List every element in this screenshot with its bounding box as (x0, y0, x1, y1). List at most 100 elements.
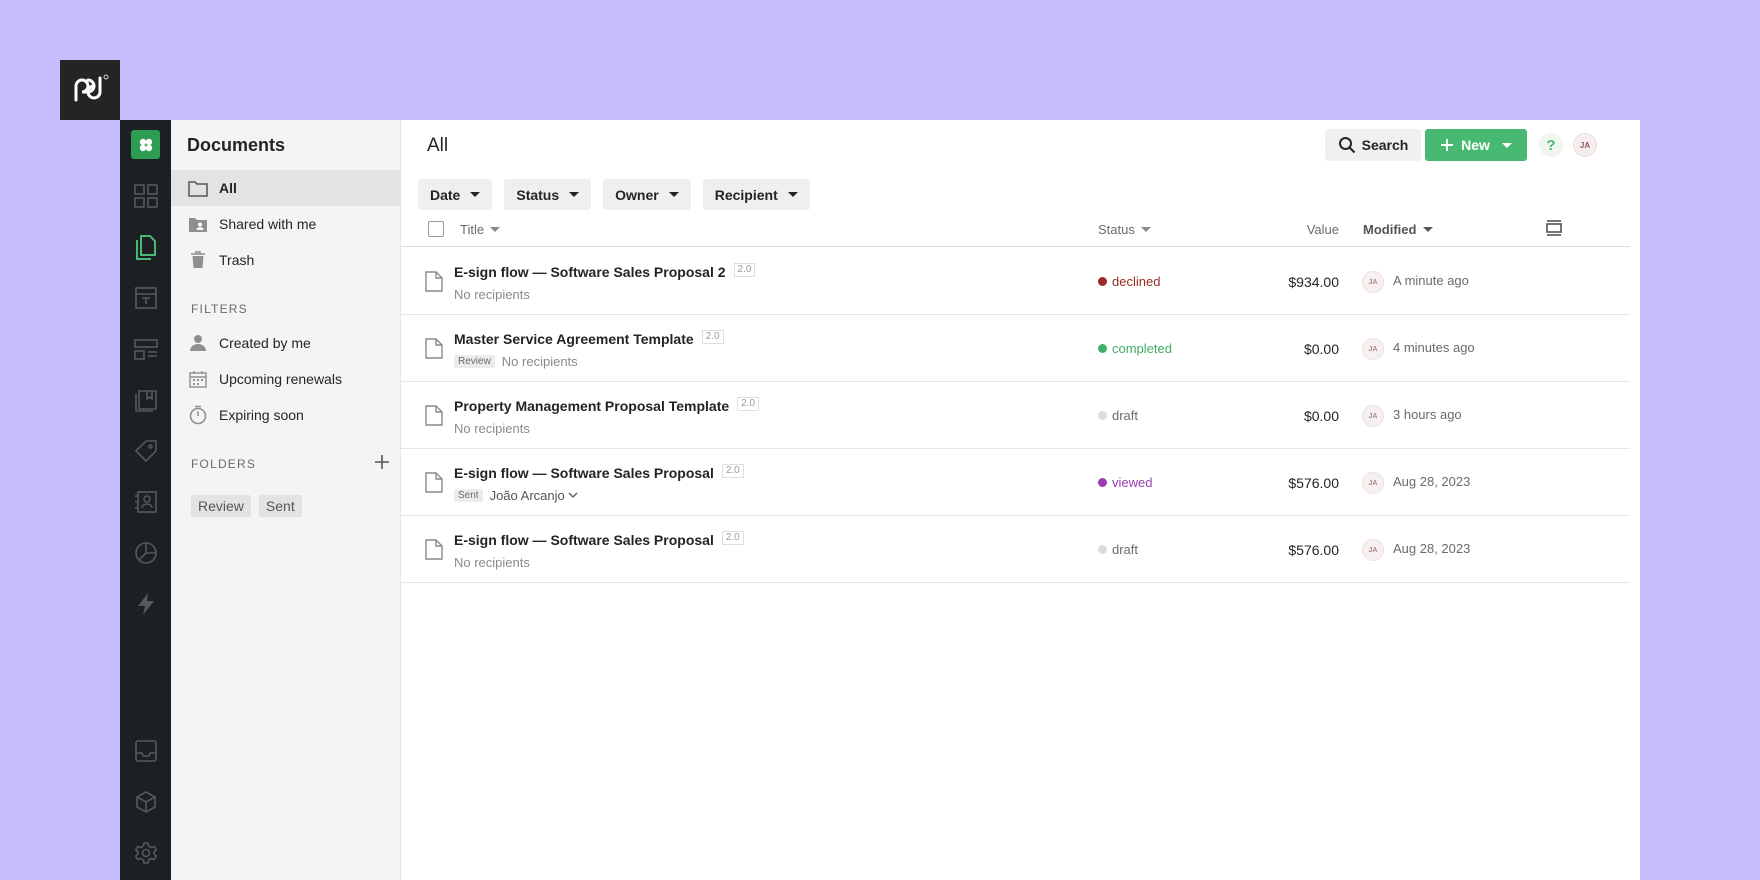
filter-date[interactable]: Date (418, 179, 493, 210)
table-row[interactable]: E-sign flow — Software Sales Proposal 2 2… (401, 248, 1630, 315)
status-badge: declined (1098, 274, 1160, 289)
document-title[interactable]: E-sign flow — Software Sales Proposal 2.0 (454, 531, 744, 548)
status-dot (1098, 478, 1107, 487)
document-recipients: No recipients (454, 555, 530, 570)
column-status[interactable]: Status (1098, 222, 1151, 237)
table-row[interactable]: Property Management Proposal Template 2.0… (401, 382, 1630, 449)
folder-tag-sent[interactable]: Sent (258, 495, 302, 517)
recipients-text: No recipients (454, 555, 530, 570)
title-text: E-sign flow — Software Sales Proposal (454, 465, 714, 481)
modified-date: Aug 28, 2023 (1393, 474, 1471, 489)
documents-main: All Search New ? JA Date Status Owner Re… (401, 120, 1640, 880)
help-button[interactable]: ? (1539, 133, 1563, 157)
table-row[interactable]: E-sign flow — Software Sales Proposal 2.0… (401, 449, 1630, 516)
status-badge: completed (1098, 341, 1172, 356)
recipients-text: No recipients (454, 421, 530, 436)
column-title[interactable]: Title (460, 222, 501, 237)
column-label: Modified (1363, 222, 1417, 237)
document-title[interactable]: E-sign flow — Software Sales Proposal 2.0 (454, 464, 744, 481)
rail-automation[interactable] (120, 584, 171, 624)
calendar-icon (187, 368, 209, 390)
recipients-text: No recipients (501, 354, 578, 369)
modified-date: Aug 28, 2023 (1393, 541, 1471, 556)
document-title[interactable]: Property Management Proposal Template 2.0 (454, 397, 760, 414)
version-badge: 2.0 (733, 263, 756, 277)
table-row[interactable]: Master Service Agreement Template 2.0 Rev… (401, 315, 1630, 382)
folder-tag-review[interactable]: Review (191, 495, 251, 517)
app-window: Documents All Shared with me Trash FILTE… (120, 120, 1640, 880)
sidebar-filter-created-by-me[interactable]: Created by me (171, 325, 401, 361)
document-value: $576.00 (1288, 542, 1339, 558)
search-icon (1338, 137, 1355, 154)
chevron-down-icon (470, 192, 481, 197)
rail-contacts[interactable] (120, 482, 171, 522)
sidebar-item-label: Created by me (219, 335, 311, 351)
status-dot (1098, 344, 1107, 353)
sidebar-item-label: Shared with me (219, 216, 317, 232)
templates-icon (134, 287, 157, 309)
document-title[interactable]: Master Service Agreement Template 2.0 (454, 330, 724, 347)
sort-icon (490, 227, 501, 232)
table-row[interactable]: E-sign flow — Software Sales Proposal 2.0… (401, 516, 1630, 583)
column-modified[interactable]: Modified (1363, 222, 1434, 237)
rail-dashboard[interactable] (120, 176, 171, 216)
page-title: All (427, 135, 449, 156)
layout-toggle-icon[interactable] (1545, 219, 1563, 237)
rail-tags[interactable] (120, 431, 171, 471)
chevron-down-icon (569, 192, 580, 197)
new-button[interactable]: New (1425, 129, 1527, 161)
rail-catalog[interactable] (120, 380, 171, 420)
recipient-name: João Arcanjo (489, 488, 565, 503)
folder-tag-badge: Review (454, 355, 495, 368)
filter-owner[interactable]: Owner (603, 179, 691, 210)
document-title[interactable]: E-sign flow — Software Sales Proposal 2 2… (454, 263, 756, 280)
owner-avatar: JA (1362, 472, 1384, 494)
column-label: Title (460, 222, 485, 237)
rail-integrations[interactable] (120, 782, 171, 822)
trash-icon (187, 249, 209, 271)
document-recipients: No recipients (454, 421, 530, 436)
filter-recipient[interactable]: Recipient (702, 179, 810, 210)
chevron-down-icon (787, 192, 798, 197)
add-folder-icon[interactable] (373, 453, 391, 471)
rail-documents[interactable] (120, 227, 171, 267)
rail-reports[interactable] (120, 533, 171, 573)
version-badge: 2.0 (721, 464, 744, 478)
inbox-icon (134, 740, 157, 762)
new-label: New (1461, 137, 1490, 153)
sidebar-filter-upcoming-renewals[interactable]: Upcoming renewals (171, 361, 401, 397)
select-all-checkbox[interactable] (428, 221, 444, 237)
status-text: draft (1112, 408, 1139, 423)
content-library-icon (133, 339, 158, 360)
document-icon (425, 338, 443, 359)
pandadoc-logo[interactable]: pd (60, 60, 120, 120)
sidebar-filter-expiring-soon[interactable]: Expiring soon (171, 397, 401, 433)
document-icon (425, 405, 443, 426)
recipient-dropdown[interactable]: João Arcanjo (490, 488, 578, 503)
search-button[interactable]: Search (1325, 129, 1421, 161)
rail-inbox[interactable] (120, 731, 171, 771)
rail-templates[interactable] (120, 278, 171, 318)
filters-heading: FILTERS (191, 302, 248, 316)
reports-icon (134, 542, 157, 564)
title-text: E-sign flow — Software Sales Proposal 2 (454, 264, 726, 280)
settings-icon (134, 842, 157, 864)
status-badge: draft (1098, 542, 1138, 557)
filter-status[interactable]: Status (504, 179, 592, 210)
status-text: viewed (1112, 475, 1153, 490)
sidebar-item-shared[interactable]: Shared with me (171, 206, 401, 242)
sidebar-item-trash[interactable]: Trash (171, 242, 401, 278)
chevron-down-icon (1501, 142, 1512, 148)
timer-icon (187, 404, 209, 426)
user-avatar[interactable]: JA (1573, 133, 1597, 157)
owner-avatar: JA (1362, 338, 1384, 360)
status-badge: viewed (1098, 475, 1152, 490)
sidebar-item-all[interactable]: All (171, 170, 401, 206)
workspace-button[interactable] (131, 130, 160, 159)
column-label: Status (1098, 222, 1135, 237)
modified-date: 3 hours ago (1393, 407, 1462, 422)
rail-content-library[interactable] (120, 329, 171, 369)
sort-icon (1140, 227, 1151, 232)
column-value[interactable]: Value (1239, 222, 1339, 237)
rail-settings[interactable] (120, 833, 171, 873)
